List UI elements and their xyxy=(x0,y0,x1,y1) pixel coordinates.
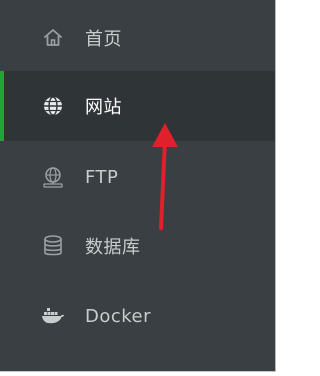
sidebar-item-docker[interactable]: Docker xyxy=(0,281,275,351)
ftp-icon xyxy=(41,165,65,189)
sidebar-item-database[interactable]: 数据库 xyxy=(0,211,275,281)
sidebar-item-ftp[interactable]: FTP xyxy=(0,142,275,212)
active-indicator xyxy=(0,71,4,141)
sidebar-item-label: Docker xyxy=(85,305,152,327)
sidebar-item-label: 数据库 xyxy=(85,237,141,258)
sidebar-item-label: FTP xyxy=(85,166,119,188)
database-icon xyxy=(41,234,65,258)
sidebar-item-label: 首页 xyxy=(85,29,122,50)
sidebar-item-home[interactable]: 首页 xyxy=(0,3,275,73)
sidebar-item-website[interactable]: 网站 xyxy=(0,71,275,141)
sidebar-item-label: 网站 xyxy=(85,97,122,118)
globe-icon xyxy=(41,94,65,118)
home-icon xyxy=(41,26,65,50)
docker-icon xyxy=(41,304,65,328)
sidebar-nav: 首页 网站 FTP 数据库 Docker xyxy=(0,0,276,372)
